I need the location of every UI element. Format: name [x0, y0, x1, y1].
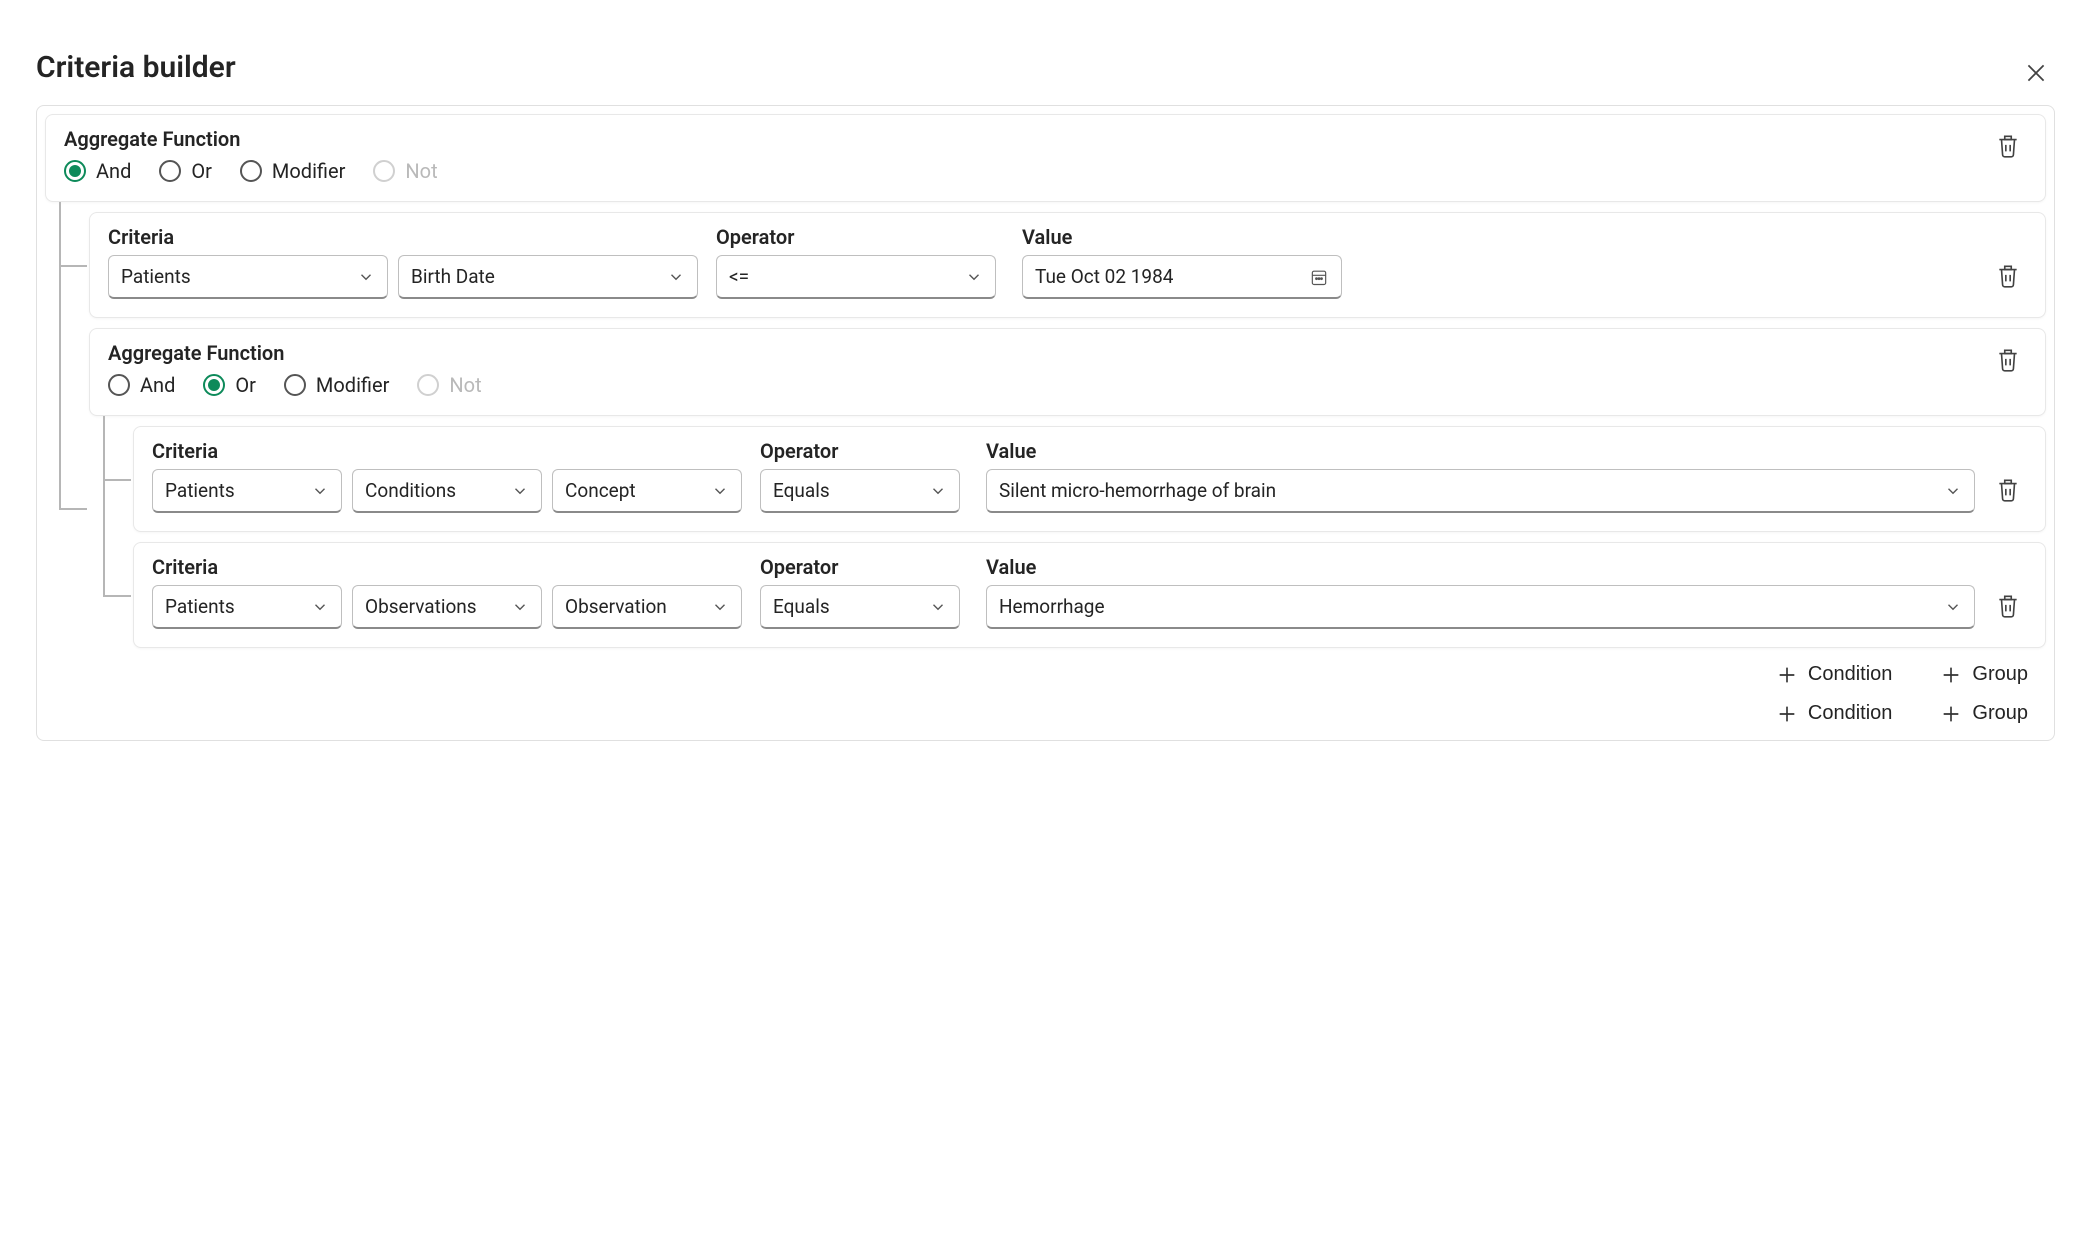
chevron-down-icon [965, 268, 983, 286]
operator-label: Operator [760, 439, 960, 463]
chevron-down-icon [711, 482, 729, 500]
value-select[interactable]: Silent micro-hemorrhage of brain [986, 469, 1975, 513]
root-children: Criteria Patients Birth Date [59, 212, 2046, 687]
chevron-down-icon [667, 268, 685, 286]
page-title: Criteria builder [36, 50, 236, 85]
chevron-down-icon [929, 482, 947, 500]
trash-icon [1995, 347, 2021, 373]
radio-not: Not [417, 373, 481, 397]
value-label: Value [986, 439, 1975, 463]
criteria-select-entity[interactable]: Patients [108, 255, 388, 299]
add-group-button[interactable]: Group [1934, 701, 2034, 726]
operator-label: Operator [716, 225, 996, 249]
trash-icon [1995, 477, 2021, 503]
chevron-down-icon [311, 482, 329, 500]
radio-modifier[interactable]: Modifier [240, 159, 345, 183]
operator-select[interactable]: <= [716, 255, 996, 299]
delete-group-button[interactable] [1989, 127, 2027, 165]
chevron-down-icon [311, 598, 329, 616]
chevron-down-icon [357, 268, 375, 286]
value-label: Value [1022, 225, 1975, 249]
nested-group-actions: Condition Group [89, 648, 2046, 687]
plus-icon [1776, 703, 1798, 725]
aggregate-options: And Or Modifier Not [108, 373, 482, 397]
radio-modifier[interactable]: Modifier [284, 373, 389, 397]
aggregate-function-label: Aggregate Function [108, 341, 482, 365]
delete-criteria-button[interactable] [1989, 587, 2027, 625]
calendar-icon [1309, 267, 1329, 287]
criteria-label: Criteria [108, 225, 698, 249]
criteria-select-relation[interactable]: Observations [352, 585, 542, 629]
criteria-select-entity[interactable]: Patients [152, 585, 342, 629]
delete-criteria-button[interactable] [1989, 257, 2027, 295]
delete-criteria-button[interactable] [1989, 471, 2027, 509]
criteria-label: Criteria [152, 555, 742, 579]
delete-group-button[interactable] [1989, 341, 2027, 379]
aggregate-function-label: Aggregate Function [64, 127, 438, 151]
radio-or[interactable]: Or [203, 373, 256, 397]
aggregate-group-root: Aggregate Function And Or Modifier Not [45, 114, 2046, 202]
criteria-select-field[interactable]: Concept [552, 469, 742, 513]
radio-or[interactable]: Or [159, 159, 212, 183]
criteria-label: Criteria [152, 439, 742, 463]
trash-icon [1995, 133, 2021, 159]
chevron-down-icon [1944, 482, 1962, 500]
nested-children: Criteria Patients Conditions [103, 426, 2046, 648]
chevron-down-icon [511, 482, 529, 500]
criteria-card: Criteria Patients Birth Date [89, 212, 2046, 318]
criteria-builder-frame: Aggregate Function And Or Modifier Not C… [36, 105, 2055, 741]
add-condition-button[interactable]: Condition [1770, 662, 1899, 687]
operator-select[interactable]: Equals [760, 585, 960, 629]
root-group-actions: Condition Group [45, 687, 2046, 726]
chevron-down-icon [929, 598, 947, 616]
tree-row: Criteria Patients Conditions [103, 426, 2046, 532]
plus-icon [1776, 664, 1798, 686]
plus-icon [1940, 703, 1962, 725]
add-condition-button[interactable]: Condition [1770, 701, 1899, 726]
plus-icon [1940, 664, 1962, 686]
tree-row: Criteria Patients Observations [103, 542, 2046, 648]
value-label: Value [986, 555, 1975, 579]
add-group-button[interactable]: Group [1934, 662, 2034, 687]
close-icon [2023, 60, 2049, 86]
criteria-card: Criteria Patients Observations [133, 542, 2046, 648]
value-select[interactable]: Hemorrhage [986, 585, 1975, 629]
tree-row: Criteria Patients Birth Date [59, 212, 2046, 318]
trash-icon [1995, 263, 2021, 289]
close-button[interactable] [2017, 54, 2055, 92]
chevron-down-icon [711, 598, 729, 616]
operator-select[interactable]: Equals [760, 469, 960, 513]
radio-and[interactable]: And [108, 373, 175, 397]
chevron-down-icon [1944, 598, 1962, 616]
radio-not: Not [373, 159, 437, 183]
radio-and[interactable]: And [64, 159, 131, 183]
criteria-select-relation[interactable]: Conditions [352, 469, 542, 513]
value-date-input[interactable]: Tue Oct 02 1984 [1022, 255, 1342, 299]
aggregate-group-nested: Aggregate Function And Or Modifier Not [89, 328, 2046, 416]
trash-icon [1995, 593, 2021, 619]
criteria-select-entity[interactable]: Patients [152, 469, 342, 513]
operator-label: Operator [760, 555, 960, 579]
criteria-select-field[interactable]: Birth Date [398, 255, 698, 299]
criteria-select-field[interactable]: Observation [552, 585, 742, 629]
aggregate-options: And Or Modifier Not [64, 159, 438, 183]
chevron-down-icon [511, 598, 529, 616]
tree-row: Aggregate Function And Or Modifier Not [59, 328, 2046, 687]
criteria-card: Criteria Patients Conditions [133, 426, 2046, 532]
